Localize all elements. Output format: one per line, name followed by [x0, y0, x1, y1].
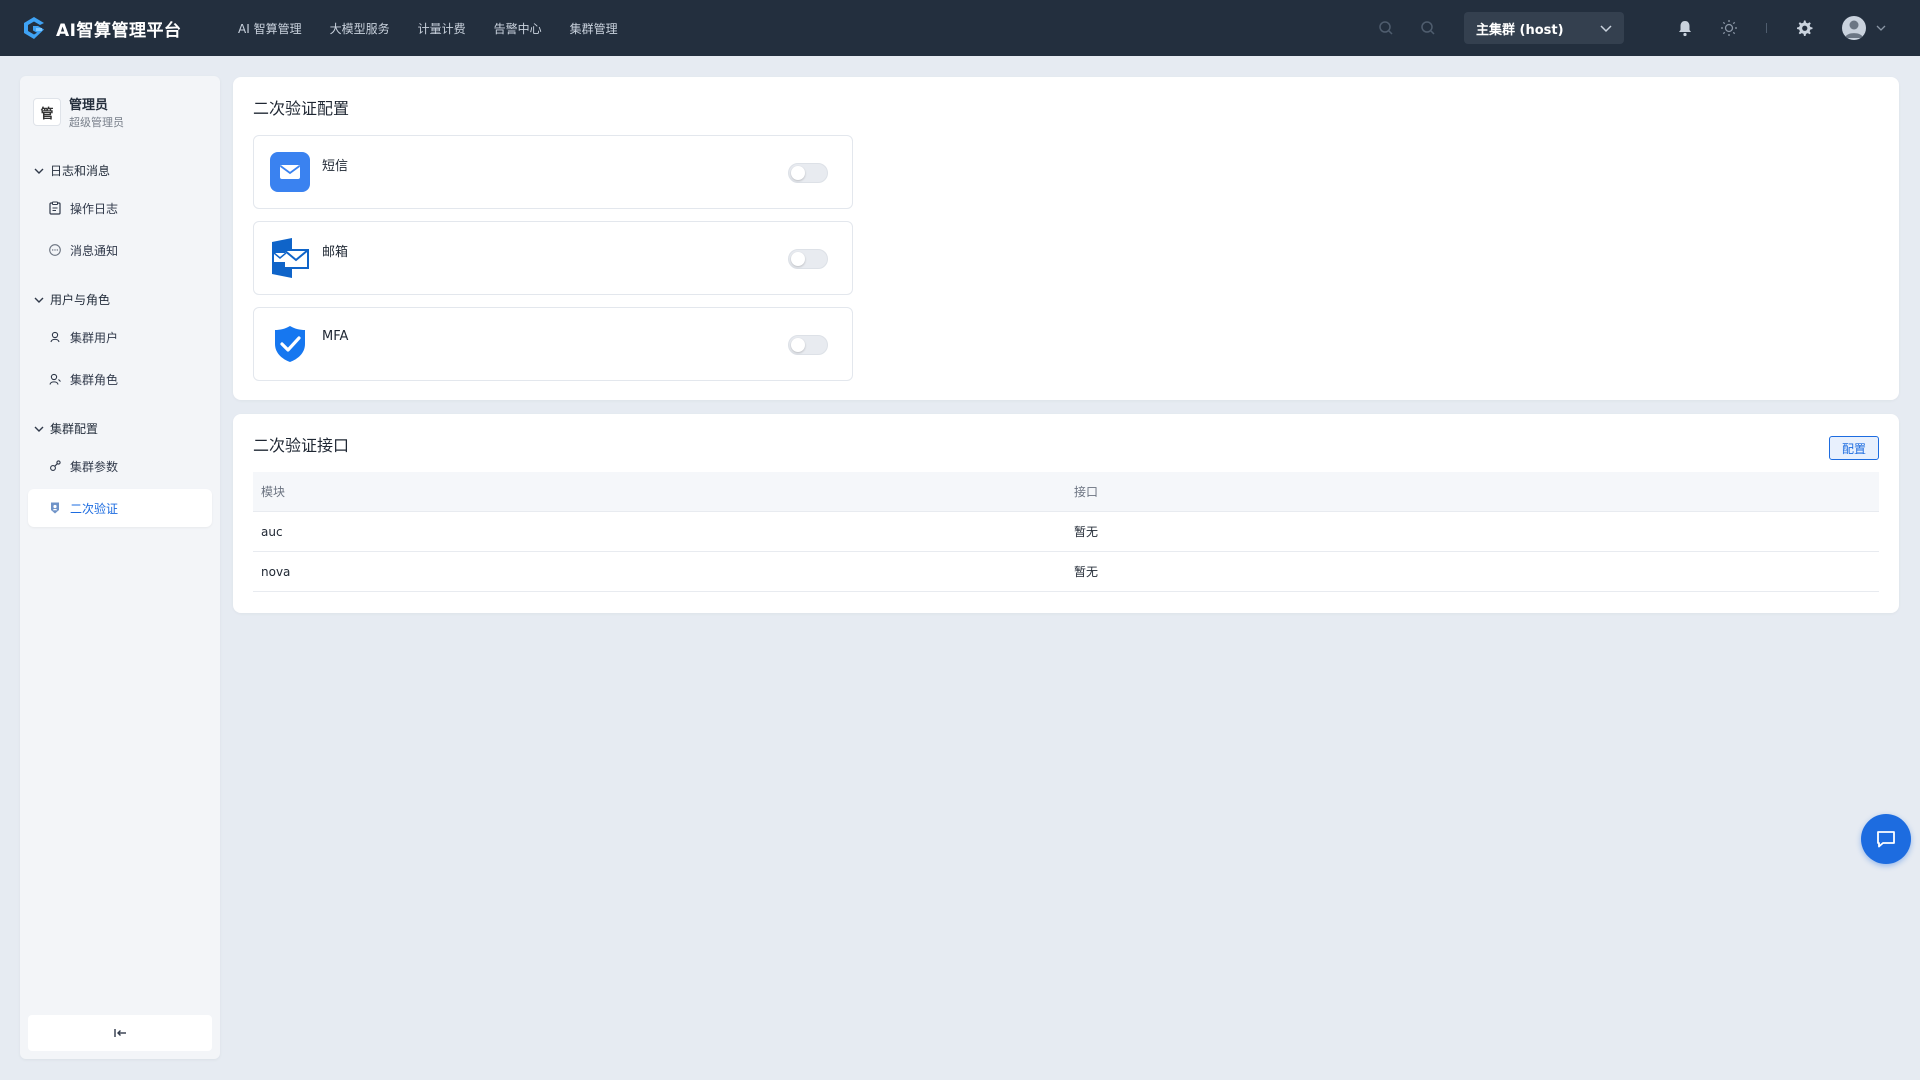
outlook-mail-icon [272, 238, 309, 278]
cluster-select-value: 主集群 (host) [1476, 22, 1564, 38]
sidebar-group-users: 用户与角色 集群用户 集群角色 [20, 285, 220, 398]
table-cell-module: nova [261, 564, 291, 579]
method-label: 邮箱 [322, 244, 349, 260]
method-label: MFA [322, 328, 349, 344]
sms-icon [270, 152, 310, 192]
cluster-select[interactable]: 主集群 (host) [1464, 12, 1624, 44]
sidebar-group-header[interactable]: 集群配置 [20, 414, 220, 443]
sidebar-item-label: 操作日志 [70, 201, 119, 216]
sidebar-group-logs: 日志和消息 操作日志 消息通知 [20, 156, 220, 269]
table-header: 模块 接口 [253, 472, 1879, 512]
sidebar-item-two-factor[interactable]: 二次验证 [28, 489, 212, 527]
brand[interactable]: AI智算管理平台 [20, 14, 210, 42]
nav-item-cluster-mgmt[interactable]: 集群管理 [570, 20, 618, 37]
method-label: 短信 [322, 158, 349, 174]
sidebar-item-label: 集群用户 [70, 330, 119, 345]
mfa-toggle[interactable] [788, 335, 828, 355]
chevron-down-icon [34, 297, 44, 303]
clipboard-icon [49, 201, 61, 215]
table-row[interactable]: nova 暂无 [253, 552, 1879, 592]
verify-api-title: 二次验证接口 [253, 436, 350, 455]
toggle-knob [791, 166, 805, 180]
user-icon [50, 331, 60, 343]
user-name: 管理员 [69, 98, 109, 113]
chevron-down-icon [34, 168, 44, 174]
sidebar-item-cluster-roles[interactable]: 集群角色 [28, 360, 212, 398]
sidebar-collapse-button[interactable] [28, 1015, 212, 1051]
chat-icon [1877, 831, 1895, 848]
collapse-left-icon [114, 1029, 126, 1037]
verify-api-table: 模块 接口 auc 暂无 nova 暂无 [253, 472, 1879, 592]
bell-icon[interactable] [1677, 19, 1693, 37]
sidebar-group-label: 集群配置 [50, 422, 99, 436]
top-navigation-bar: AI智算管理平台 AI 智算管理 大模型服务 计量计费 告警中心 集群管理 [0, 0, 1920, 56]
config-button[interactable]: 配置 [1828, 436, 1879, 460]
method-sms: 短信 [253, 135, 853, 209]
sidebar-item-label: 消息通知 [70, 243, 119, 258]
sidebar-item-cluster-params[interactable]: 集群参数 [28, 447, 212, 485]
sidebar-item-operation-log[interactable]: 操作日志 [28, 189, 212, 227]
nav-item-alert-center[interactable]: 告警中心 [494, 20, 542, 37]
platform-logo-icon [24, 17, 44, 39]
table-row[interactable]: auc 暂无 [253, 512, 1879, 552]
sidebar-item-message-notify[interactable]: 消息通知 [28, 231, 212, 269]
sidebar-item-label: 集群角色 [70, 372, 119, 387]
main-nav: AI 智算管理 大模型服务 计量计费 告警中心 集群管理 [238, 20, 646, 37]
chevron-down-icon [34, 426, 44, 432]
toggle-knob [791, 338, 805, 352]
sidebar-group-header[interactable]: 日志和消息 [20, 156, 220, 185]
nav-item-billing[interactable]: 计量计费 [418, 20, 466, 37]
chevron-down-icon[interactable] [1876, 24, 1886, 32]
method-mfa: MFA [253, 307, 853, 381]
user-card: 管 管理员 超级管理员 [20, 76, 220, 146]
toggle-knob [791, 252, 805, 266]
method-email: 邮箱 [253, 221, 853, 295]
nav-item-llm-service[interactable]: 大模型服务 [330, 20, 390, 37]
sidebar-group-cluster-config: 集群配置 集群参数 二次验证 [20, 414, 220, 527]
search-icon[interactable] [1420, 20, 1436, 36]
chat-button[interactable] [1861, 814, 1911, 864]
avatar[interactable] [1842, 16, 1866, 40]
message-icon [49, 244, 61, 256]
sidebar-group-header[interactable]: 用户与角色 [20, 285, 220, 314]
column-header-module: 模块 [261, 485, 286, 499]
sidebar-group-label: 用户与角色 [50, 293, 111, 307]
topbar-divider [1766, 23, 1767, 33]
table-cell-interface: 暂无 [1074, 565, 1099, 579]
sidebar-group-label: 日志和消息 [50, 164, 111, 178]
app-title: AI智算管理平台 [56, 20, 182, 41]
role-icon [49, 373, 61, 385]
user-avatar: 管 [33, 98, 61, 126]
table-cell-interface: 暂无 [1074, 525, 1099, 539]
email-toggle[interactable] [788, 249, 828, 269]
user-avatar-icon [1845, 20, 1863, 38]
sun-icon[interactable] [1720, 19, 1738, 37]
column-header-interface: 接口 [1074, 485, 1099, 499]
sidebar-item-label: 二次验证 [70, 501, 119, 516]
verify-config-card: 二次验证配置 短信 邮箱 MFA [233, 77, 1899, 400]
verify-icon [51, 502, 59, 514]
table-cell-module: auc [261, 524, 283, 539]
params-icon [50, 460, 61, 471]
sidebar-item-label: 集群参数 [70, 459, 119, 474]
chevron-down-icon [1600, 25, 1612, 33]
sidebar-item-cluster-users[interactable]: 集群用户 [28, 318, 212, 356]
sidebar: 管 管理员 超级管理员 日志和消息 操作日志 消息通知 用户与角色 集群用户 集… [20, 76, 220, 1059]
gear-icon[interactable] [1795, 19, 1813, 37]
nav-item-ai-compute[interactable]: AI 智算管理 [238, 20, 302, 37]
verify-api-card: 二次验证接口 配置 模块 接口 auc 暂无 nova 暂无 [233, 414, 1899, 613]
sms-toggle[interactable] [788, 163, 828, 183]
verify-config-title: 二次验证配置 [253, 99, 350, 118]
user-role: 超级管理员 [69, 116, 124, 129]
shield-check-icon [275, 326, 305, 362]
search-icon[interactable] [1378, 20, 1394, 36]
